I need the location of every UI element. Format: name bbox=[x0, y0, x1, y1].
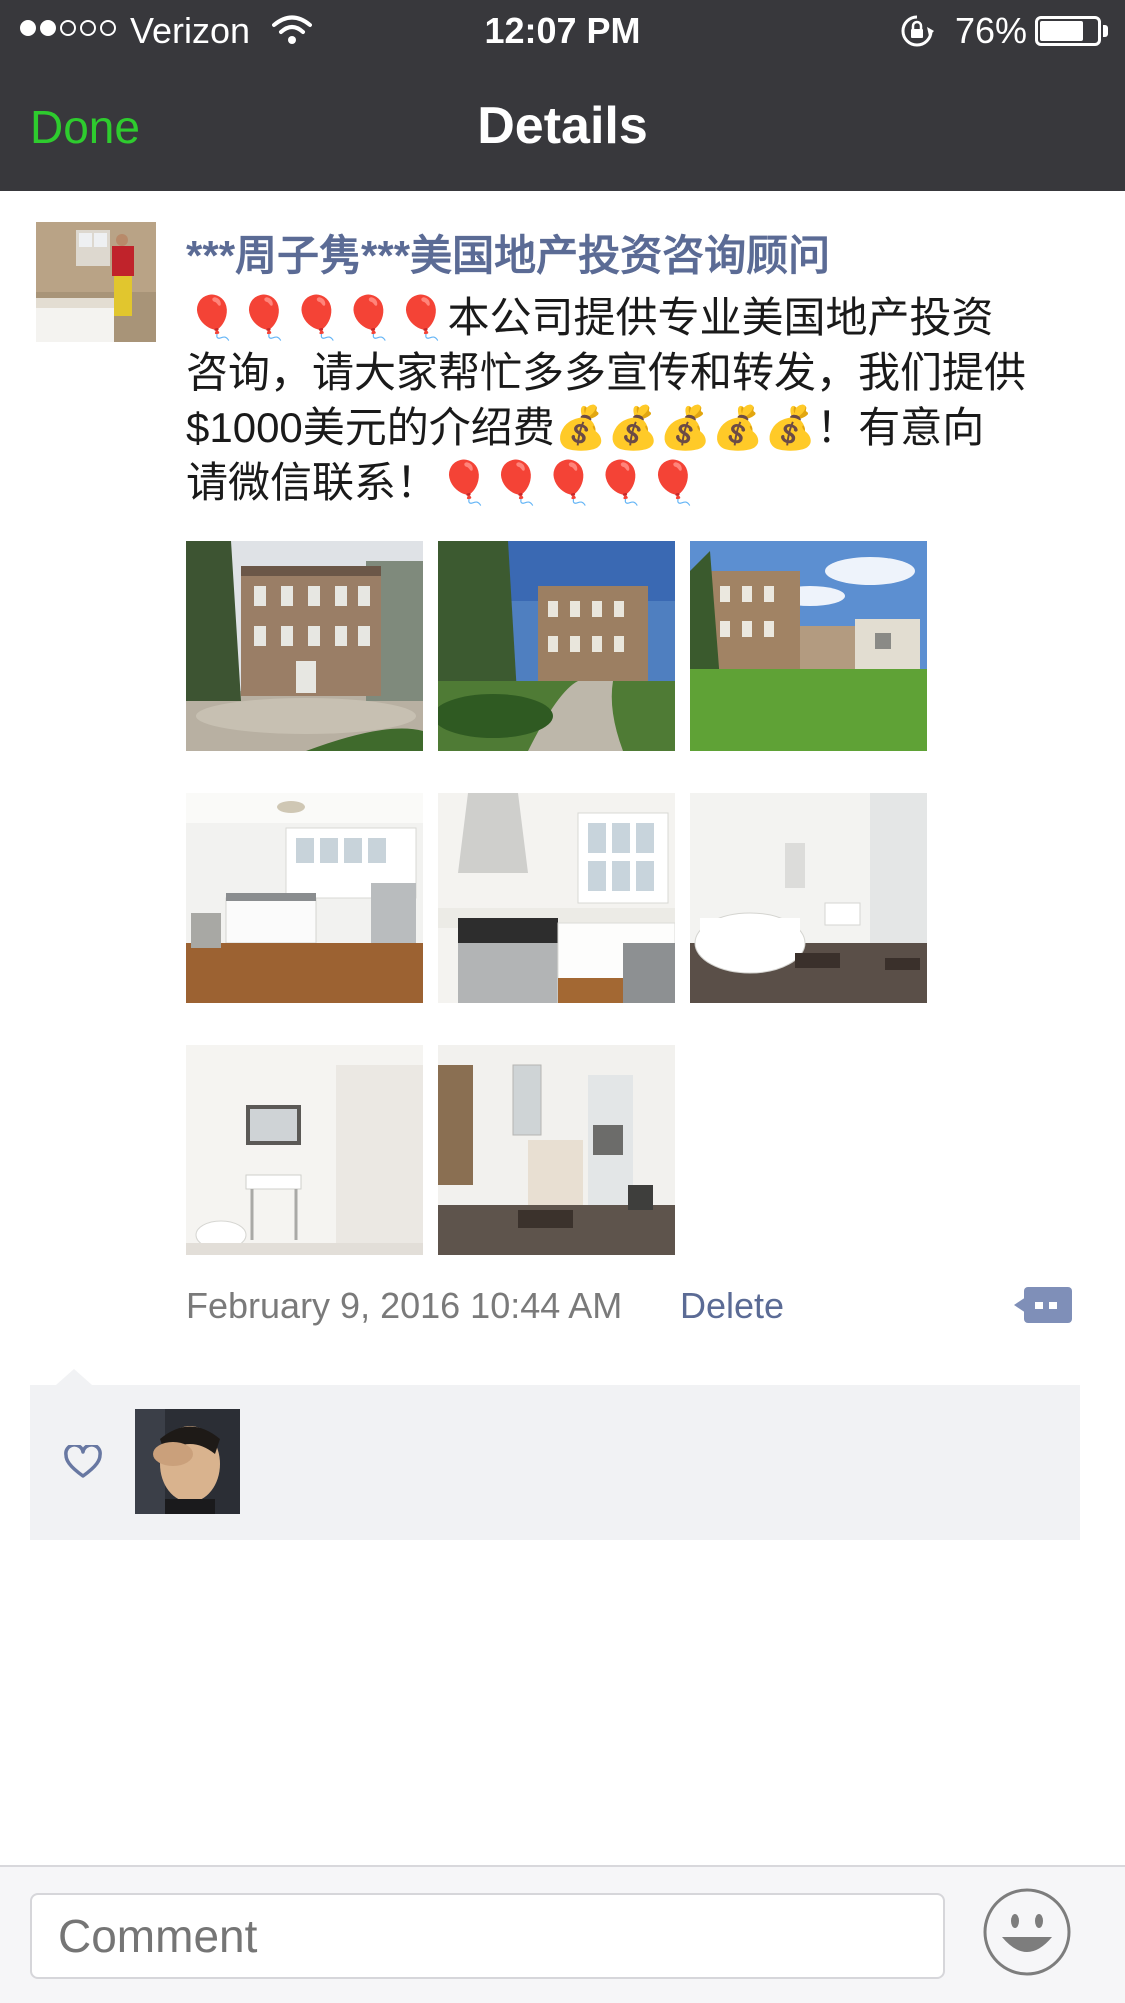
house-exterior-image bbox=[186, 541, 423, 751]
bathroom-image bbox=[690, 793, 927, 1003]
comment-input[interactable] bbox=[30, 1893, 945, 1979]
battery-level bbox=[1040, 21, 1083, 41]
photo-thumbnail[interactable] bbox=[690, 541, 927, 751]
kitchen-image bbox=[438, 793, 675, 1003]
post-timestamp: February 9, 2016 10:44 AM bbox=[186, 1285, 623, 1326]
liker-photo bbox=[135, 1409, 240, 1514]
photo-thumbnail[interactable] bbox=[438, 541, 675, 751]
author-avatar[interactable] bbox=[36, 222, 156, 342]
photo-thumbnail[interactable] bbox=[186, 793, 423, 1003]
post-text-line: 🎈🎈🎈🎈🎈本公司提供专业美国地产投资 bbox=[186, 294, 994, 341]
post-text-line: 请微信联系！🎈🎈🎈🎈🎈 bbox=[186, 459, 700, 506]
photo-thumbnail[interactable] bbox=[186, 541, 423, 751]
rotation-lock-icon bbox=[901, 15, 934, 47]
liker-avatar[interactable] bbox=[135, 1409, 240, 1514]
page-title: Details bbox=[477, 97, 648, 155]
battery-percentage: 76% bbox=[955, 10, 1028, 51]
comment-menu-icon[interactable] bbox=[1014, 1282, 1074, 1328]
photo-thumbnail[interactable] bbox=[690, 793, 927, 1003]
photo-thumbnail[interactable] bbox=[438, 1045, 675, 1255]
smiley-icon[interactable] bbox=[982, 1887, 1072, 1977]
battery-icon bbox=[1035, 16, 1101, 46]
house-exterior-image bbox=[690, 541, 927, 751]
delete-link[interactable]: Delete bbox=[680, 1285, 784, 1327]
post-text: 🎈🎈🎈🎈🎈本公司提供专业美国地产投资 咨询，请大家帮忙多多宣传和转发，我们提供 … bbox=[186, 290, 1101, 510]
photo-thumbnail[interactable] bbox=[186, 1045, 423, 1255]
kitchen-image bbox=[186, 793, 423, 1003]
bathroom-image bbox=[438, 1045, 675, 1255]
status-bar: Verizon 12:07 PM 76% bbox=[0, 0, 1125, 62]
photo-thumbnail[interactable] bbox=[438, 793, 675, 1003]
post-text-line: 咨询，请大家帮忙多多宣传和转发，我们提供 bbox=[186, 349, 1027, 396]
avatar-photo bbox=[36, 222, 156, 342]
navigation-bar: Verizon 12:07 PM 76% Done Details bbox=[0, 0, 1125, 191]
heart-icon bbox=[64, 1445, 102, 1478]
battery-nub bbox=[1103, 25, 1108, 37]
bathroom-image bbox=[186, 1045, 423, 1255]
likes-pointer bbox=[56, 1369, 92, 1385]
post-text-line: $1000美元的介绍费💰💰💰💰💰！有意向 bbox=[186, 404, 985, 451]
post-author-name[interactable]: ***周子隽***美国地产投资咨询顾问 bbox=[186, 222, 830, 283]
house-exterior-image bbox=[438, 541, 675, 751]
